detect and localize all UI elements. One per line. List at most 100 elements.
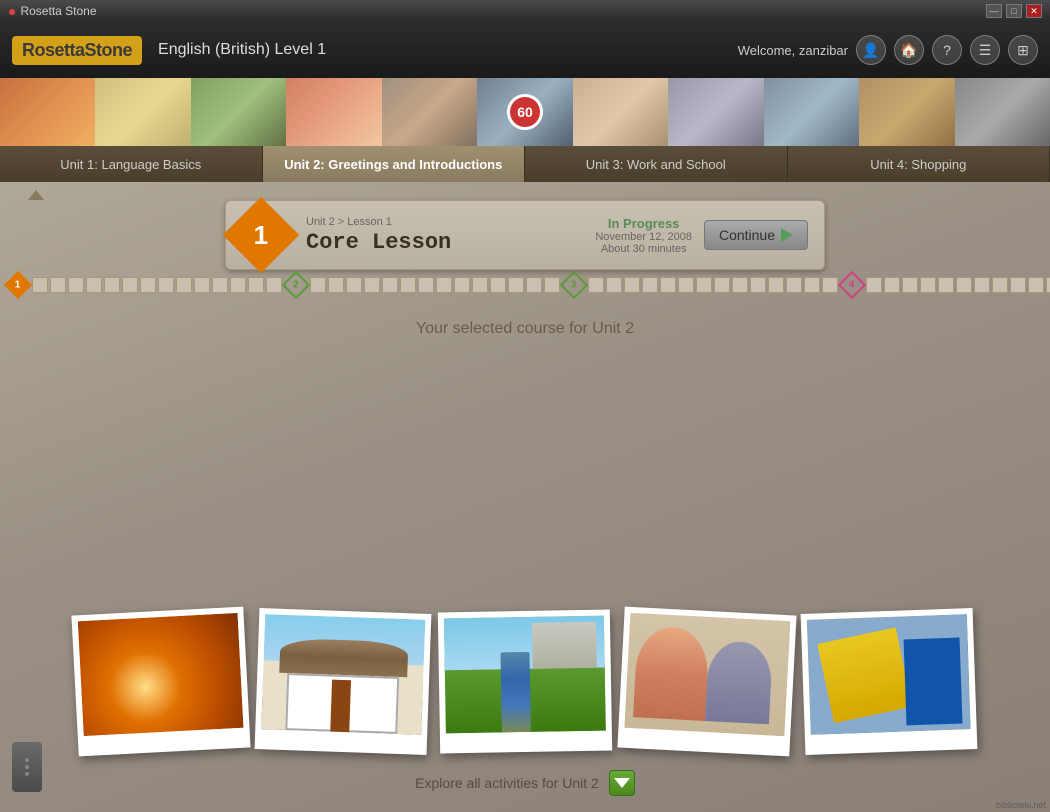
prog-sq <box>544 277 560 293</box>
continue-button[interactable]: Continue <box>704 220 808 250</box>
welcome-text: Welcome, zanzibar <box>738 43 848 58</box>
strip-image-6: 60 <box>477 78 572 146</box>
prog-sq <box>382 277 398 293</box>
progress-row: 1 2 <box>0 270 1050 300</box>
down-arrow-icon <box>614 778 630 788</box>
menu-icon-button[interactable]: ☰ <box>970 35 1000 65</box>
photo-frame-3[interactable] <box>438 610 612 754</box>
prog-sq <box>400 277 416 293</box>
prog-sq <box>956 277 972 293</box>
progress-squares-4 <box>866 277 1050 293</box>
close-button[interactable]: ✕ <box>1026 4 1042 18</box>
app-icon: ● <box>8 3 16 19</box>
prog-sq <box>50 277 66 293</box>
prog-sq <box>508 277 524 293</box>
main-content: 1 Unit 2 > Lesson 1 Core Lesson In Progr… <box>0 182 1050 812</box>
strip-image-11 <box>955 78 1050 146</box>
app-title: Rosetta Stone <box>20 4 96 18</box>
maximize-button[interactable]: □ <box>1006 4 1022 18</box>
app-header: RosettaStone English (British) Level 1 W… <box>0 22 1050 78</box>
scroll-up-arrow <box>28 190 44 200</box>
prog-sq <box>454 277 470 293</box>
prog-sq <box>104 277 120 293</box>
strip-image-2 <box>95 78 190 146</box>
photo-2 <box>261 614 425 735</box>
photo-frame-1[interactable] <box>71 607 250 757</box>
prog-sq <box>660 277 676 293</box>
explore-text: Explore all activities for Unit 2 <box>415 775 599 791</box>
prog-sq <box>938 277 954 293</box>
user-icon-button[interactable]: 👤 <box>856 35 886 65</box>
title-bar: ● Rosetta Stone — □ ✕ <box>0 0 1050 22</box>
logo: RosettaStone <box>12 36 142 65</box>
prog-sq <box>526 277 542 293</box>
explore-area: Explore all activities for Unit 2 <box>0 770 1050 796</box>
strip-image-9 <box>764 78 859 146</box>
help-icon-button[interactable]: ? <box>932 35 962 65</box>
prog-sq <box>920 277 936 293</box>
prog-sq <box>212 277 228 293</box>
explore-button[interactable] <box>609 770 635 796</box>
continue-label: Continue <box>719 227 775 243</box>
prog-sq <box>678 277 694 293</box>
prog-sq <box>266 277 282 293</box>
strip-image-1 <box>0 78 95 146</box>
prog-sq <box>248 277 264 293</box>
photo-frame-2[interactable] <box>255 608 432 755</box>
unit-tab-4[interactable]: Unit 4: Shopping <box>788 146 1050 182</box>
strip-image-4 <box>286 78 381 146</box>
prog-sq <box>122 277 138 293</box>
prog-sq <box>902 277 918 293</box>
minimize-button[interactable]: — <box>986 4 1002 18</box>
prog-sq <box>346 277 362 293</box>
prog-sq <box>696 277 712 293</box>
status-date: November 12, 2008 <box>595 231 692 243</box>
play-icon <box>781 228 793 242</box>
photo-frame-4[interactable] <box>617 607 796 757</box>
window-controls: — □ ✕ <box>986 4 1042 18</box>
photo-strip <box>0 611 1050 752</box>
lesson-subtitle: Unit 2 > Lesson 1 <box>306 216 595 228</box>
prog-sq <box>768 277 784 293</box>
photo-4 <box>624 613 790 736</box>
status-label: In Progress <box>595 216 692 231</box>
strip-image-7 <box>573 78 668 146</box>
prog-sq <box>194 277 210 293</box>
prog-sq <box>140 277 156 293</box>
photo-5 <box>807 614 971 735</box>
scroll-indicator <box>28 190 44 200</box>
logo-stone: Stone <box>85 40 133 60</box>
window-icon-button[interactable]: ⊞ <box>1008 35 1038 65</box>
prog-sq <box>68 277 84 293</box>
unit-tab-3[interactable]: Unit 3: Work and School <box>525 146 788 182</box>
prog-sq <box>1028 277 1044 293</box>
prog-sq <box>472 277 488 293</box>
prog-sq <box>642 277 658 293</box>
prog-sq <box>1046 277 1050 293</box>
prog-sq <box>786 277 802 293</box>
prog-sq <box>364 277 380 293</box>
lesson-status: In Progress November 12, 2008 About 30 m… <box>595 216 692 255</box>
prog-sq <box>732 277 748 293</box>
strip-image-10 <box>859 78 954 146</box>
home-icon-button[interactable]: 🏠 <box>894 35 924 65</box>
photo-frame-5[interactable] <box>801 608 978 755</box>
progress-squares-2 <box>310 277 560 293</box>
unit-tab-2[interactable]: Unit 2: Greetings and Introductions <box>263 146 526 182</box>
unit-tab-1[interactable]: Unit 1: Language Basics <box>0 146 263 182</box>
prog-sq <box>32 277 48 293</box>
selected-course-text: Your selected course for Unit 2 <box>0 320 1050 338</box>
prog-sq <box>804 277 820 293</box>
prog-sq <box>328 277 344 293</box>
prog-sq <box>974 277 990 293</box>
speaker-dot <box>25 765 29 769</box>
course-title: English (British) Level 1 <box>158 41 326 59</box>
progress-diamond-3: 3 <box>560 271 588 299</box>
lesson-badge: 1 <box>223 197 299 273</box>
prog-sq <box>310 277 326 293</box>
prog-sq <box>624 277 640 293</box>
prog-sq <box>866 277 882 293</box>
prog-sq <box>822 277 838 293</box>
header-right: Welcome, zanzibar 👤 🏠 ? ☰ ⊞ <box>738 35 1038 65</box>
progress-diamond-4: 4 <box>838 271 866 299</box>
